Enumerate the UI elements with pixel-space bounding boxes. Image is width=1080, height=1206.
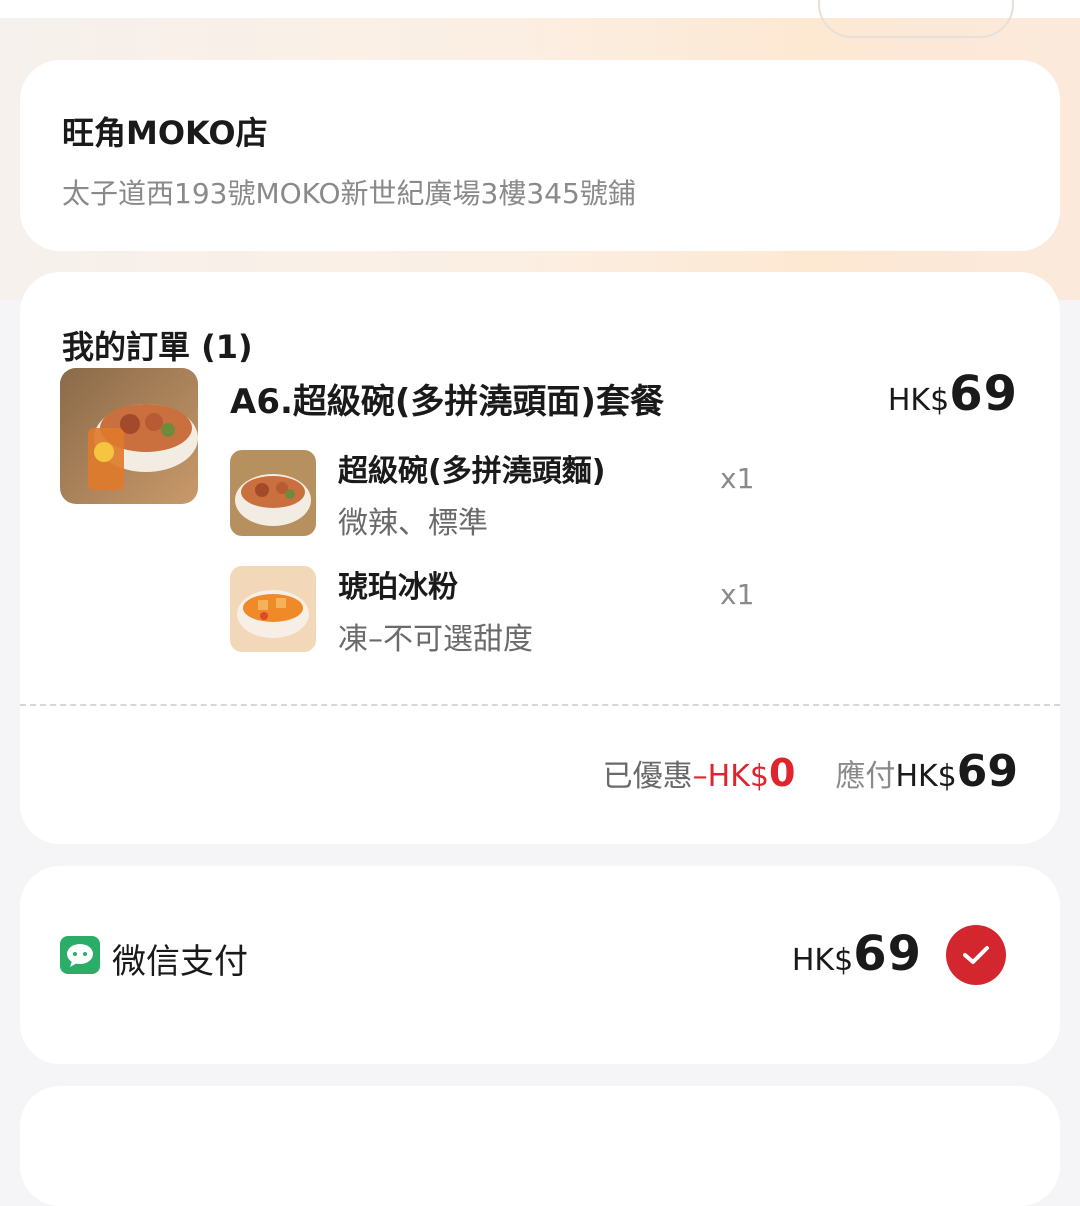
sub-item-name: 琥珀冰粉	[338, 570, 458, 605]
sub-item-name: 超級碗(多拼澆頭麵)	[338, 454, 606, 489]
sub-item-qty: x1	[720, 462, 755, 495]
divider	[20, 704, 1060, 706]
payment-value: 69	[853, 926, 922, 982]
item-price: HK$ 69	[888, 366, 1018, 422]
payable-currency: HK$	[895, 759, 957, 794]
payable-label: 應付	[835, 759, 896, 794]
next-card	[20, 1086, 1060, 1206]
sub-item-options: 微辣、標準	[338, 506, 488, 541]
item-price-value: 69	[949, 366, 1018, 422]
header-pill-button[interactable]	[818, 0, 1014, 38]
discount-label: 已優惠	[602, 759, 693, 794]
payment-method-option[interactable]: 微信支付 HK$ 69	[20, 866, 1060, 1064]
order-title: 我的訂單 (1)	[62, 328, 253, 366]
order-card: 我的訂單 (1) A6.超級碗(多拼澆頭面)套餐 HK$ 69 超級碗(多拼澆頭…	[20, 272, 1060, 844]
payment-amount: HK$ 69	[792, 926, 922, 982]
jelly-dessert-image	[230, 566, 316, 652]
discount-value: 0	[768, 751, 796, 795]
item-name: A6.超級碗(多拼澆頭面)套餐	[230, 382, 664, 422]
sub-item-qty: x1	[720, 578, 755, 611]
noodle-bowl-image	[230, 450, 316, 536]
store-name: 旺角MOKO店	[62, 114, 268, 152]
wechat-pay-icon	[60, 936, 100, 974]
item-price-currency: HK$	[887, 383, 950, 418]
store-address: 太子道西193號MOKO新世紀廣場3樓345號鋪	[62, 177, 636, 210]
store-card[interactable]: 旺角MOKO店 太子道西193號MOKO新世紀廣場3樓345號鋪	[20, 60, 1060, 251]
discount-currency: –HK$	[692, 759, 769, 794]
noodle-set-image	[60, 368, 198, 504]
order-summary: 已優惠 –HK$ 0 應付 HK$ 69	[603, 746, 1018, 797]
check-circle-icon[interactable]	[946, 925, 1006, 985]
payment-method-label: 微信支付	[112, 942, 248, 982]
sub-item-options: 凍–不可選甜度	[338, 622, 533, 657]
payment-currency: HK$	[791, 943, 854, 978]
payable-value: 69	[956, 746, 1018, 797]
